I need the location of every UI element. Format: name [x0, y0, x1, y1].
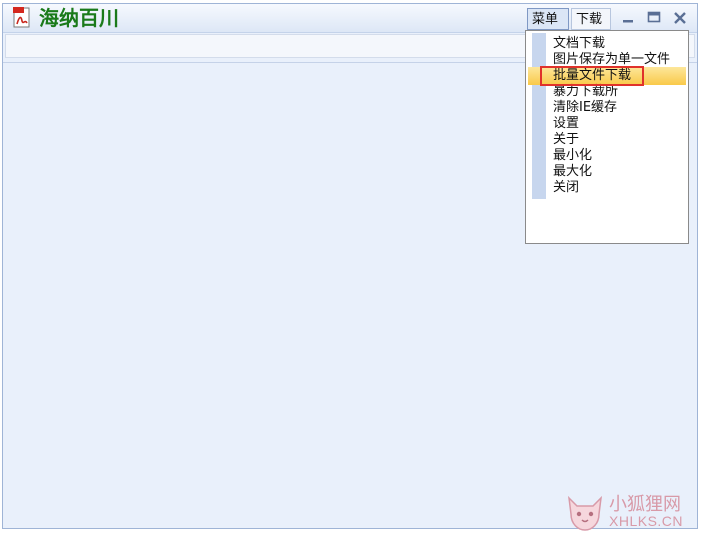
- menu-item-force-download[interactable]: 暴力下载所: [553, 84, 618, 100]
- menu-item-document-download[interactable]: 文档下载: [553, 36, 605, 52]
- pdf-file-icon: [13, 7, 31, 28]
- menu-item-settings[interactable]: 设置: [553, 116, 579, 132]
- menu-gutter: [532, 33, 546, 199]
- menu-item-minimize[interactable]: 最小化: [553, 148, 592, 164]
- watermark: 小狐狸网 XHLKS.CN: [563, 490, 693, 534]
- close-icon[interactable]: [671, 9, 689, 27]
- menu-item-maximize[interactable]: 最大化: [553, 164, 592, 180]
- app-title: 海纳百川: [39, 6, 119, 30]
- watermark-url: XHLKS.CN: [609, 513, 684, 529]
- dropdown-menu: 文档下载 图片保存为单一文件 批量文件下载 暴力下载所 清除IE缓存 设置 关于…: [525, 30, 689, 244]
- download-button[interactable]: 下载: [571, 8, 611, 30]
- minimize-icon[interactable]: [619, 9, 637, 27]
- highlight-annotation-box: [540, 66, 644, 86]
- title-bar[interactable]: 海纳百川 菜单 下载: [3, 4, 697, 33]
- menu-button[interactable]: 菜单: [527, 8, 569, 30]
- menu-item-clear-cache[interactable]: 清除IE缓存: [553, 100, 617, 116]
- menu-item-close[interactable]: 关闭: [553, 180, 579, 196]
- maximize-icon[interactable]: [645, 9, 663, 27]
- menu-item-about[interactable]: 关于: [553, 132, 579, 148]
- fox-logo-icon: [563, 490, 607, 534]
